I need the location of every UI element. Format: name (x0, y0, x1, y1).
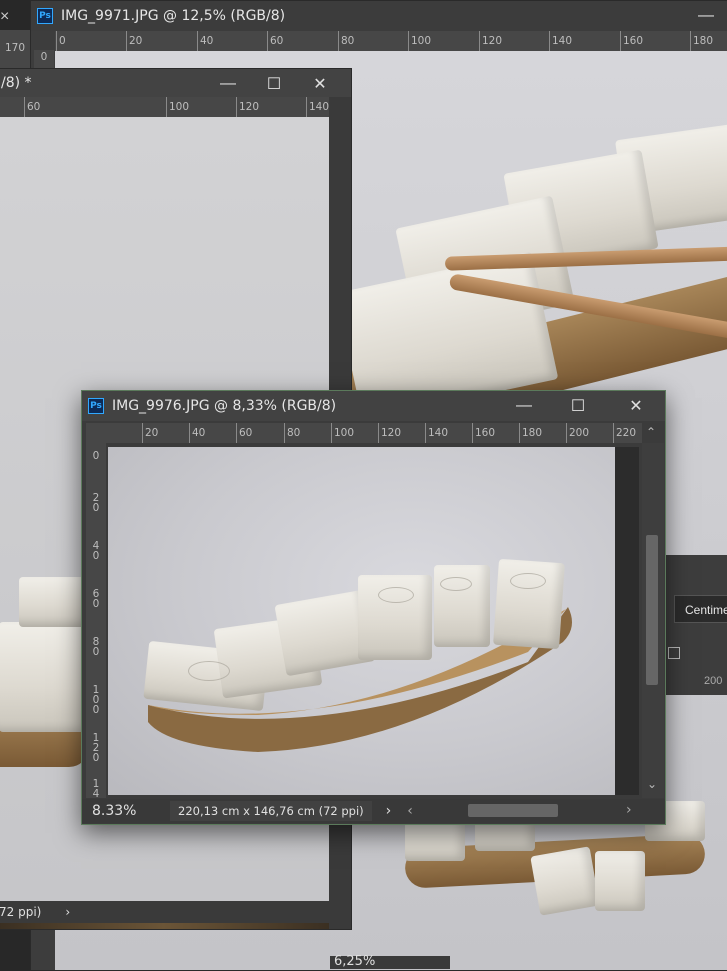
right-panel: Centime 200 (664, 555, 727, 695)
ruler-tick: 120 (92, 732, 100, 764)
ruler-tick: 60 (92, 588, 100, 610)
chevron-right-icon[interactable]: › (65, 905, 70, 919)
unit-select[interactable]: Centime (674, 595, 727, 623)
ruler-tick: 60 (266, 31, 284, 51)
title-bar[interactable]: Ps IMG_9976.JPG @ 8,33% (RGB/8) — ☐ ✕ (82, 391, 665, 421)
photoshop-icon: Ps (37, 8, 53, 24)
minimize-button[interactable]: — (205, 69, 251, 99)
ring-pattern-image (188, 661, 230, 681)
ruler-tick: 120 (235, 97, 260, 117)
ruler-tick: 100 (330, 423, 355, 443)
minimize-button[interactable]: — (501, 391, 547, 421)
minimize-icon: — (220, 75, 236, 92)
checkbox[interactable] (668, 647, 680, 659)
ruler-tick: 20 (92, 492, 100, 514)
ruler-corner-value: 170 (5, 42, 26, 54)
document-title: /8) * (1, 75, 32, 91)
document-window-img9976[interactable]: Ps IMG_9976.JPG @ 8,33% (RGB/8) — ☐ ✕ 20… (81, 390, 666, 825)
canvas-image-9976[interactable] (108, 447, 615, 795)
ruler-tick: 100 (165, 97, 190, 117)
chevron-right-icon[interactable]: › (386, 803, 392, 819)
ring-pattern-image (440, 577, 472, 591)
canvas-image-middle-bottom (0, 923, 329, 929)
ruler-tick: 100 (92, 684, 100, 716)
ruler-tick: 40 (188, 423, 206, 443)
ruler-tick: 120 (377, 423, 402, 443)
clay-block-image (405, 821, 465, 861)
chevron-left-icon[interactable]: ‹ (407, 803, 413, 819)
ruler-tick: 60 (23, 97, 41, 117)
ruler-tick: 100 (407, 31, 432, 51)
horizontal-ruler[interactable]: 60 100 120 140 (0, 97, 329, 117)
ruler-tick: 180 (518, 423, 543, 443)
vertical-scrollbar[interactable] (642, 443, 664, 798)
close-icon[interactable]: × (0, 8, 14, 26)
ruler-tick: 120 (478, 31, 503, 51)
ruler-tick: 20 (141, 423, 159, 443)
horizontal-ruler[interactable]: 20 40 60 80 100 120 140 160 180 200 220 (106, 423, 642, 443)
ruler-tick: 160 (471, 423, 496, 443)
minimize-button[interactable]: — (681, 1, 727, 31)
panel-value: 200 (704, 675, 723, 687)
maximize-button[interactable]: ☐ (251, 69, 297, 99)
ring-pattern-image (378, 587, 414, 603)
ruler-tick: 140 (548, 31, 573, 51)
ruler-tick: 140 (424, 423, 449, 443)
maximize-icon: ☐ (570, 398, 586, 415)
photoshop-icon: Ps (88, 398, 104, 414)
horizontal-ruler[interactable]: 0 20 40 60 80 100 120 140 160 180 (55, 31, 727, 51)
close-icon: ✕ (313, 76, 327, 93)
ruler-corner (86, 423, 106, 443)
ruler-tick: 80 (92, 636, 100, 658)
document-title: IMG_9976.JPG @ 8,33% (RGB/8) (112, 398, 337, 414)
ruler-tick: 200 (565, 423, 590, 443)
status-bar: 72 ppi) › (0, 901, 329, 923)
zoom-level[interactable]: 6,25% (334, 954, 375, 969)
clay-block-image (530, 846, 600, 916)
document-info: 220,13 cm x 146,76 cm (72 ppi) (170, 801, 372, 821)
ruler-tick: 0 (40, 51, 48, 63)
close-icon: ✕ (629, 398, 643, 415)
title-bar[interactable]: /8) * — ☐ ✕ (0, 69, 351, 97)
document-title: IMG_9971.JPG @ 12,5% (RGB/8) (61, 8, 286, 24)
ruler-tick: 140 (305, 97, 329, 117)
ruler-tick: 40 (92, 540, 100, 562)
minimize-icon: — (698, 7, 714, 24)
minimize-icon: — (516, 397, 532, 414)
status-bar: 8.33% 220,13 cm x 146,76 cm (72 ppi) › ‹… (82, 799, 665, 823)
ring-pattern-image (510, 573, 546, 589)
maximize-icon: ☐ (266, 76, 282, 93)
close-button[interactable]: ✕ (297, 69, 343, 99)
unit-select-value: Centime (685, 603, 727, 617)
ruler-tick: 20 (125, 31, 143, 51)
maximize-button[interactable]: ☐ (555, 391, 601, 421)
title-bar[interactable]: Ps IMG_9971.JPG @ 12,5% (RGB/8) — (31, 1, 727, 31)
ruler-tick: 180 (689, 31, 714, 51)
ruler-tick: 60 (235, 423, 253, 443)
vertical-ruler[interactable]: 0 20 40 60 80 100 120 14 (86, 443, 106, 798)
close-button[interactable]: ✕ (613, 391, 659, 421)
status-bar-back: 6,25% (330, 954, 450, 969)
zoom-level[interactable]: 8.33% (92, 803, 146, 819)
clay-block-image (0, 622, 89, 732)
ruler-tick: 80 (283, 423, 301, 443)
pasteboard (615, 447, 639, 795)
clay-block-image (19, 577, 89, 627)
ruler-tick: 0 (56, 31, 66, 51)
ruler-tick: 220 (612, 423, 637, 443)
ruler-tick: 40 (196, 31, 214, 51)
ruler-tick: 14 (92, 778, 100, 798)
scrollbar-thumb[interactable] (646, 535, 658, 685)
document-info: 72 ppi) (0, 905, 42, 919)
ruler-tick: 160 (619, 31, 644, 51)
ruler-tick: 80 (337, 31, 355, 51)
chevron-right-icon[interactable]: › (626, 802, 632, 818)
ruler-tick: 0 (92, 450, 100, 462)
chevron-down-icon[interactable]: ⌄ (647, 777, 657, 791)
chevron-up-icon[interactable]: ⌃ (646, 425, 656, 439)
horizontal-scrollbar-thumb[interactable] (468, 804, 558, 817)
clay-block-image (595, 851, 645, 911)
